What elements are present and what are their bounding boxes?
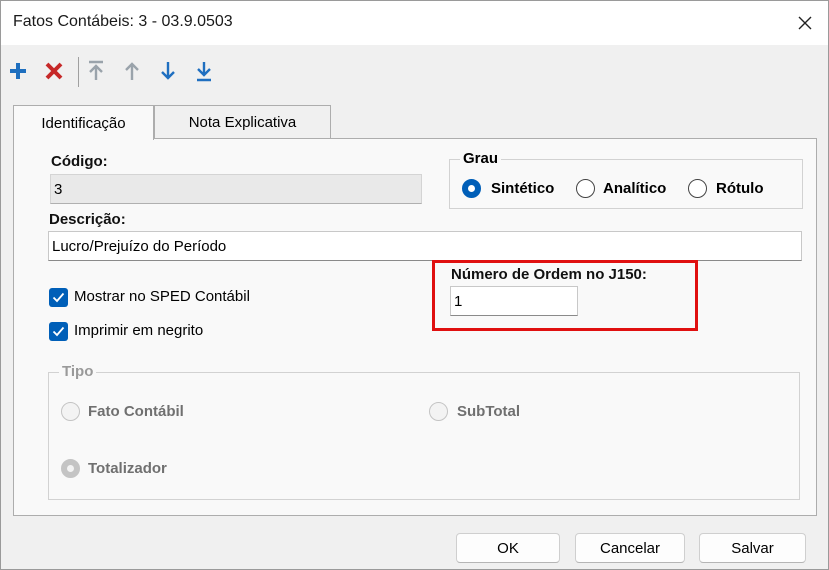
move-bottom-icon (197, 62, 211, 82)
mostrar-sped-checkbox[interactable] (49, 288, 68, 307)
tab-label: Identificação (41, 114, 126, 132)
tipo-title: Tipo (59, 363, 97, 380)
ok-button[interactable]: OK (456, 533, 560, 563)
toolbar-separator (78, 57, 79, 87)
codigo-field[interactable]: 3 (50, 174, 422, 204)
tipo-fato-contabil-radio[interactable] (61, 402, 80, 421)
title-bar: Fatos Contábeis: 3 - 03.9.0503 (1, 1, 828, 45)
grau-title: Grau (460, 150, 502, 167)
delete-button[interactable] (41, 58, 67, 84)
tipo-subtotal-radio[interactable] (429, 402, 448, 421)
grau-rotulo-radio[interactable] (688, 179, 707, 198)
close-icon (798, 16, 812, 30)
tab-identificacao[interactable]: Identificação (13, 105, 154, 140)
cancel-button[interactable]: Cancelar (575, 533, 685, 563)
move-up-icon (125, 62, 139, 80)
grau-analitico-label[interactable]: Analítico (603, 180, 666, 197)
move-top-button[interactable] (83, 58, 109, 84)
delete-x-icon (45, 62, 63, 80)
descricao-label: Descrição: (49, 211, 126, 228)
close-button[interactable] (782, 1, 828, 45)
descricao-field[interactable]: Lucro/Prejuízo do Período (48, 231, 802, 261)
tipo-group: Tipo Fato Contábil SubTotal Totalizador (48, 363, 800, 500)
grau-group: Grau Sintético Analítico Rótulo (449, 150, 803, 209)
codigo-value: 3 (54, 181, 63, 198)
save-label: Salvar (731, 539, 774, 557)
grau-rotulo-label[interactable]: Rótulo (716, 180, 763, 197)
mostrar-sped-label[interactable]: Mostrar no SPED Contábil (74, 288, 250, 305)
ok-label: OK (497, 539, 519, 557)
plus-icon (10, 63, 26, 79)
checkmark-icon (52, 292, 65, 303)
cancel-label: Cancelar (599, 539, 661, 557)
tab-nota-explicativa[interactable]: Nota Explicativa (154, 105, 331, 138)
numero-ordem-value: 1 (454, 293, 463, 310)
numero-ordem-field[interactable]: 1 (450, 286, 578, 316)
codigo-label: Código: (51, 153, 108, 170)
dialog-window: Fatos Contábeis: 3 - 03.9.0503 Identific… (0, 0, 829, 570)
add-button[interactable] (5, 58, 31, 84)
imprimir-negrito-checkbox[interactable] (49, 322, 68, 341)
move-top-icon (89, 60, 103, 80)
toolbar (1, 45, 828, 101)
tipo-totalizador-radio[interactable] (61, 459, 80, 478)
move-up-button[interactable] (119, 58, 145, 84)
move-down-button[interactable] (155, 58, 181, 84)
grau-analitico-radio[interactable] (576, 179, 595, 198)
save-button[interactable]: Salvar (699, 533, 806, 563)
tab-label: Nota Explicativa (188, 113, 297, 131)
move-down-icon (161, 62, 175, 80)
imprimir-negrito-label[interactable]: Imprimir em negrito (74, 322, 203, 339)
descricao-value: Lucro/Prejuízo do Período (52, 238, 227, 255)
grau-sintetico-label[interactable]: Sintético (491, 180, 554, 197)
numero-ordem-label: Número de Ordem no J150: (451, 266, 647, 283)
tipo-fato-contabil-label[interactable]: Fato Contábil (88, 403, 184, 420)
tipo-subtotal-label[interactable]: SubTotal (457, 403, 520, 420)
window-title: Fatos Contábeis: 3 - 03.9.0503 (13, 13, 233, 30)
grau-sintetico-radio[interactable] (462, 179, 481, 198)
move-bottom-button[interactable] (191, 58, 217, 84)
checkmark-icon (52, 326, 65, 337)
tipo-totalizador-label[interactable]: Totalizador (88, 460, 167, 477)
tab-panel-identificacao: Código: 3 Grau Sintético Analítico Rótul… (13, 138, 817, 516)
